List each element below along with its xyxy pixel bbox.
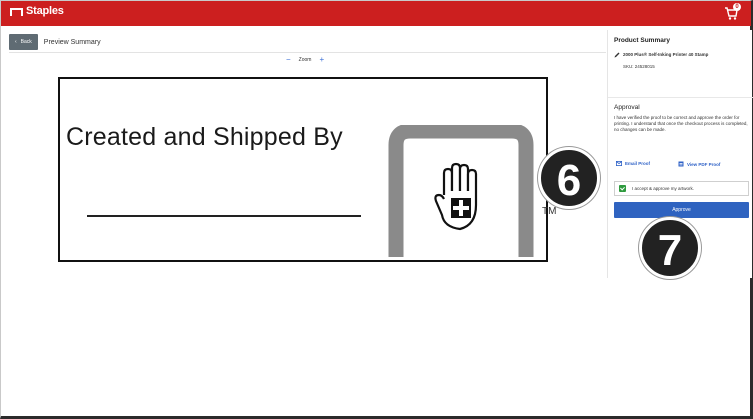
page-title: Preview Summary — [43, 38, 101, 46]
chevron-left-icon: ‹ — [15, 39, 17, 45]
approve-artwork-checkbox-row[interactable]: I accept & approve my artwork. — [614, 181, 749, 196]
view-pdf-label: View PDF Proof — [687, 161, 721, 167]
step-marker-7: 7 — [639, 217, 701, 279]
zoom-out-button[interactable]: − — [286, 56, 291, 64]
view-pdf-proof-link[interactable]: View PDF Proof — [678, 161, 720, 167]
staples-logo-icon — [10, 8, 23, 16]
approval-section: Approval I have verified the proof to be… — [614, 104, 748, 133]
zoom-in-button[interactable]: + — [319, 56, 324, 64]
stamp-text: Created and Shipped By — [66, 123, 343, 151]
signature-line — [87, 215, 361, 217]
product-sku: SKU: 24528015 — [623, 64, 655, 69]
stamp-proof-preview: Created and Shipped By TM — [58, 77, 556, 262]
brand-name: Staples — [26, 5, 64, 17]
approve-button[interactable]: Approve — [614, 202, 749, 218]
app-window: Staples 0 ‹ Back Preview Summary − Zoom … — [0, 0, 753, 419]
back-button[interactable]: ‹ Back — [9, 34, 38, 50]
cart-button[interactable]: 0 — [723, 3, 741, 21]
back-label: Back — [20, 39, 32, 45]
top-navigation-bar: Staples 0 — [1, 1, 751, 26]
staples-logo[interactable]: Staples — [10, 5, 64, 17]
toolbar-divider — [9, 52, 606, 53]
checkbox-label: I accept & approve my artwork. — [632, 185, 695, 191]
product-name: 2000 Plus® Self-Inking Printer 40 Stamp — [623, 52, 709, 57]
email-proof-link[interactable]: Email Proof — [616, 161, 650, 166]
product-name-row[interactable]: 2000 Plus® Self-Inking Printer 40 Stamp — [614, 52, 748, 58]
pdf-icon — [678, 161, 684, 167]
section-divider — [608, 97, 753, 98]
product-summary-heading: Product Summary — [614, 37, 670, 44]
preview-toolbar: ‹ Back Preview Summary — [9, 33, 606, 51]
email-proof-label: Email Proof — [625, 161, 651, 166]
approval-description: I have verified the proof to be correct … — [614, 115, 748, 132]
approve-artwork-checkbox[interactable] — [619, 185, 626, 192]
stamp-logo-graphic — [388, 125, 534, 257]
trademark-symbol: TM — [542, 206, 557, 217]
pencil-icon — [614, 52, 620, 58]
step-marker-6: 6 — [538, 147, 600, 209]
approval-heading: Approval — [614, 104, 640, 111]
mail-icon — [616, 161, 622, 166]
zoom-label: Zoom — [298, 57, 312, 63]
cart-count-badge: 0 — [733, 3, 741, 11]
product-summary-section: Product Summary 2000 Plus® Self-Inking P… — [614, 37, 748, 70]
zoom-control: − Zoom + — [286, 56, 324, 64]
